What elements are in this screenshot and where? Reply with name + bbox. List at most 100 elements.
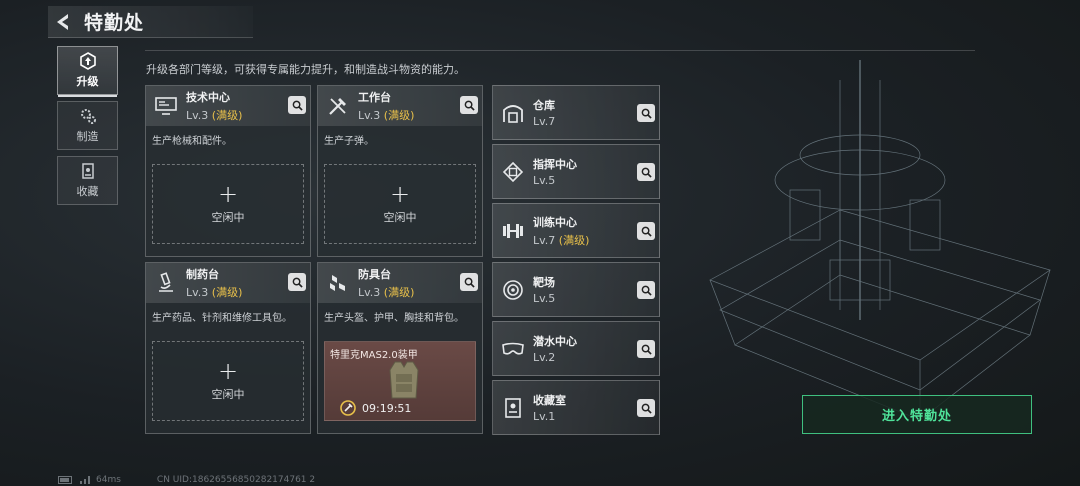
facility-row-diving-center[interactable]: 潜水中心 Lv.2 — [492, 321, 660, 376]
display-case-icon — [505, 397, 521, 418]
enter-special-ops-button[interactable]: 进入特勤处 — [802, 395, 1032, 434]
inspect-button[interactable] — [460, 273, 478, 291]
inspect-button[interactable] — [637, 222, 655, 240]
ping-value: 64ms — [96, 475, 121, 485]
facility-level: Lv.1 — [533, 410, 556, 423]
facility-name: 靶场 — [533, 276, 555, 289]
facility-description: 生产枪械和配件。 — [152, 136, 232, 147]
max-level-badge: (满级) — [211, 286, 243, 299]
slot-status: 空闲中 — [383, 211, 417, 224]
facility-name: 指挥中心 — [533, 158, 577, 171]
facility-level: Lv.5 — [533, 174, 556, 187]
inspect-button[interactable] — [460, 96, 478, 114]
user-uid: CN UID:18626556850282174761 2 — [156, 475, 316, 485]
tab-craft-label: 制造 — [76, 130, 99, 143]
facility-row-collection-room[interactable]: 收藏室 Lv.1 — [492, 380, 660, 435]
tools-icon — [329, 98, 346, 115]
inspect-button[interactable] — [288, 96, 306, 114]
facility-name: 仓库 — [533, 99, 555, 112]
facility-card-tech-center[interactable]: 技术中心 Lv.3 (满级) 生产枪械和配件。 + 空闲中 — [145, 85, 311, 257]
divider — [145, 50, 975, 51]
page-header: 特勤处 — [48, 6, 253, 38]
facility-name: 工作台 — [358, 91, 391, 104]
facility-level: Lv.3 — [358, 109, 381, 122]
facility-level: Lv.3 — [358, 286, 381, 299]
chip-icon — [502, 161, 524, 182]
facility-level: Lv.3 — [186, 286, 209, 299]
production-slot-idle[interactable]: + 空闲中 — [152, 164, 304, 244]
facility-name: 制药台 — [186, 268, 219, 281]
page-title: 特勤处 — [84, 12, 145, 34]
warehouse-icon — [503, 104, 523, 123]
tab-collection[interactable]: 收藏 — [57, 156, 118, 205]
max-level-badge: (满级) — [211, 109, 243, 122]
monitor-icon — [155, 97, 177, 115]
inspect-button[interactable] — [288, 273, 306, 291]
plus-icon: + — [217, 357, 239, 385]
body-armor-icon — [389, 361, 419, 399]
tab-collection-label: 收藏 — [76, 185, 99, 198]
collection-icon — [81, 163, 94, 179]
battery-icon — [58, 476, 72, 484]
search-icon — [641, 403, 652, 414]
crafting-timer: 09:19:51 — [362, 401, 412, 415]
facility-row-shooting-range[interactable]: 靶场 Lv.5 — [492, 262, 660, 317]
status-footer: 64ms CN UID:18626556850282174761 2 — [58, 475, 315, 485]
slot-status: 空闲中 — [211, 388, 245, 401]
tab-upgrade-label: 升级 — [76, 75, 99, 88]
diving-mask-icon — [502, 342, 524, 355]
tab-craft[interactable]: 制造 — [57, 101, 118, 150]
target-icon — [503, 279, 523, 300]
facility-level: Lv.2 — [533, 351, 556, 364]
tab-upgrade[interactable]: 升级 — [57, 46, 118, 97]
inspect-button[interactable] — [637, 399, 655, 417]
search-icon — [641, 285, 652, 296]
search-icon — [641, 108, 652, 119]
max-level-badge: (满级) — [383, 286, 415, 299]
production-slot-idle[interactable]: + 空闲中 — [324, 164, 476, 244]
microscope-icon — [159, 272, 173, 292]
facility-card-pharmacy[interactable]: 制药台 Lv.3 (满级) 生产药品、针剂和维修工具包。 + 空闲中 — [145, 262, 311, 434]
production-slot-busy[interactable]: 特里克MAS2.0装甲 09:19:51 — [324, 341, 476, 421]
search-icon — [464, 100, 475, 111]
crafting-item-name: 特里克MAS2.0装甲 — [330, 350, 418, 361]
plus-icon: + — [217, 180, 239, 208]
facility-row-warehouse[interactable]: 仓库 Lv.7 — [492, 85, 660, 140]
facility-level: Lv.5 — [533, 292, 556, 305]
facility-description: 生产药品、针剂和维修工具包。 — [152, 313, 292, 324]
gears-icon — [80, 109, 96, 124]
max-level-badge: (满级) — [558, 233, 590, 247]
facility-name: 潜水中心 — [533, 335, 577, 348]
facility-card-armor-bench[interactable]: 防具台 Lv.3 (满级) 生产头盔、护甲、胸挂和背包。 特里克MAS2.0装甲… — [317, 262, 483, 434]
back-button[interactable] — [48, 7, 78, 37]
search-icon — [641, 344, 652, 355]
inspect-button[interactable] — [637, 340, 655, 358]
hammer-timer-icon — [340, 400, 356, 416]
facility-card-workbench[interactable]: 工作台 Lv.3 (满级) 生产子弹。 + 空闲中 — [317, 85, 483, 257]
facility-name: 技术中心 — [186, 91, 230, 104]
plus-icon: + — [389, 180, 411, 208]
inspect-button[interactable] — [637, 163, 655, 181]
production-slot-idle[interactable]: + 空闲中 — [152, 341, 304, 421]
facility-description: 生产头盔、护甲、胸挂和背包。 — [324, 313, 464, 324]
inspect-button[interactable] — [637, 281, 655, 299]
search-icon — [641, 226, 652, 237]
facility-name: 收藏室 — [533, 394, 566, 407]
search-icon — [292, 277, 303, 288]
facility-level: Lv.3 — [186, 109, 209, 122]
facility-level: Lv.7 — [533, 233, 556, 247]
boxes-icon — [330, 275, 345, 291]
upgrade-icon — [79, 52, 96, 70]
dumbbell-icon — [503, 223, 523, 238]
back-arrow-icon — [57, 13, 68, 30]
signal-icon — [80, 476, 90, 484]
facility-description: 生产子弹。 — [324, 136, 374, 147]
facility-name: 防具台 — [358, 268, 391, 281]
facility-name: 训练中心 — [533, 215, 577, 229]
search-icon — [641, 167, 652, 178]
facility-row-training-center[interactable]: 训练中心 Lv.7 (满级) — [492, 203, 660, 258]
search-icon — [464, 277, 475, 288]
facility-row-command-center[interactable]: 指挥中心 Lv.5 — [492, 144, 660, 199]
slot-status: 空闲中 — [211, 211, 245, 224]
inspect-button[interactable] — [637, 104, 655, 122]
